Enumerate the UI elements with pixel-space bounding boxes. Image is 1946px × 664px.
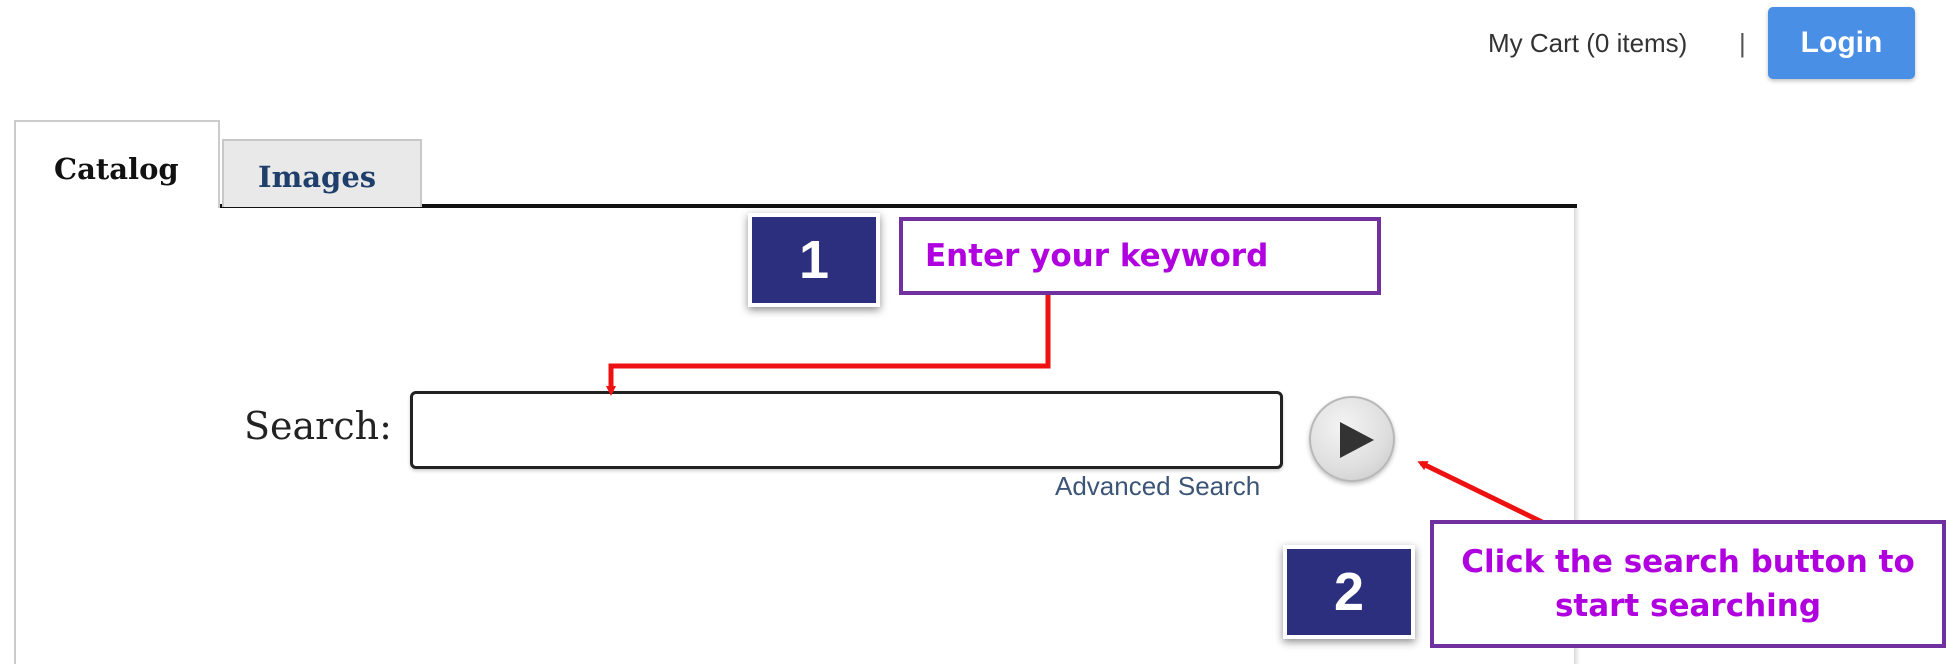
search-button-arrow	[1417, 460, 1544, 525]
step-2-callout-line1: Click the search button to	[1461, 544, 1915, 580]
step-2-badge: 2	[1283, 545, 1415, 639]
step-2-callout-line2: start searching	[1554, 588, 1822, 624]
step-1-callout: Enter your keyword	[899, 217, 1381, 295]
keyword-arrow	[606, 295, 1051, 396]
step-1-callout-text: Enter your keyword	[925, 238, 1269, 274]
step-2-callout: Click the search button to start searchi…	[1430, 520, 1946, 648]
step-1-badge: 1	[748, 213, 880, 307]
